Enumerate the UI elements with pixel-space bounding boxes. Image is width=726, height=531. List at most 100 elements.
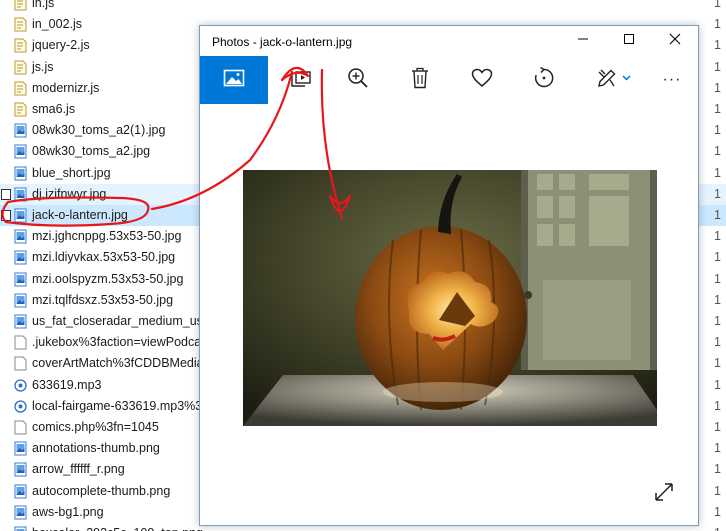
js-file-icon [14, 38, 27, 53]
file-date: 1 [714, 335, 721, 350]
maximize-button[interactable] [606, 26, 652, 56]
image-file-icon [14, 441, 27, 456]
file-date: 1 [714, 292, 721, 307]
file-date: 1 [714, 398, 721, 413]
zoom-in-icon [347, 67, 369, 94]
minimize-icon [577, 32, 589, 50]
file-date: 1 [714, 314, 721, 328]
file-name: in_002.js [32, 17, 83, 32]
image-file-icon [14, 144, 27, 159]
file-name: 633619.mp3 [32, 377, 102, 392]
file-date: 1 [714, 123, 721, 138]
image-file-icon [14, 166, 27, 181]
file-date: 1 [714, 377, 721, 392]
file-date: 1 [714, 462, 721, 477]
file-name: aws-bg1.png [32, 504, 104, 519]
zoom-in-button[interactable] [324, 56, 392, 104]
image-file-icon [14, 462, 27, 477]
more-button[interactable]: ··· [646, 56, 698, 104]
js-file-icon [14, 102, 27, 117]
doc-file-icon [14, 335, 27, 350]
file-name: in.js [32, 0, 55, 10]
minimize-button[interactable] [560, 26, 606, 56]
audio-file-icon [14, 378, 27, 393]
image-file-icon [14, 505, 27, 520]
doc-file-icon [14, 356, 27, 371]
file-date: 1 [714, 441, 721, 456]
image-file-icon [14, 187, 27, 202]
edit-create-button[interactable] [586, 56, 642, 104]
favorite-button[interactable] [448, 56, 516, 104]
file-name: jquery-2.js [32, 38, 90, 53]
file-date: 1 [714, 38, 721, 53]
more-icon: ··· [662, 71, 682, 88]
file-name: comics.php%3fn=1045 [32, 420, 159, 434]
edit-create-icon [596, 67, 632, 94]
file-date: 1 [714, 250, 721, 265]
file-name: js.js [32, 59, 54, 74]
photos-toolbar: ··· [200, 56, 698, 104]
file-name: blue_short.jpg [32, 165, 111, 180]
row-checkbox[interactable] [1, 188, 11, 200]
file-name: mzi.tqlfdsxz.53x53-50.jpg [32, 292, 174, 307]
view-photo-button[interactable] [200, 56, 268, 104]
file-date: 1 [714, 504, 721, 519]
file-name: sma6.js [32, 102, 76, 116]
close-icon [669, 32, 681, 50]
file-name: dj.izifnwyr.jpg [32, 186, 107, 201]
title-bar[interactable]: Photos - jack-o-lantern.jpg [200, 26, 698, 56]
file-date: 1 [714, 208, 721, 222]
js-file-icon [14, 17, 27, 32]
rotate-button[interactable] [510, 56, 578, 104]
audio-file-icon [14, 399, 27, 414]
window-title: Photos - jack-o-lantern.jpg [212, 35, 353, 49]
close-button[interactable] [652, 26, 698, 56]
file-name: mzi.oolspyzm.53x53-50.jpg [32, 271, 184, 286]
file-date: 1 [714, 483, 721, 498]
file-name: arrow_ffffff_r.png [32, 462, 125, 477]
image-file-icon [14, 526, 27, 531]
file-name: annotations-thumb.png [32, 441, 160, 456]
maximize-icon [623, 32, 635, 50]
file-name: boxcolor_293c5c_100_top.png [32, 526, 203, 531]
expand-icon [654, 482, 674, 507]
jack-o-lantern-photo [243, 170, 657, 426]
fullscreen-button[interactable] [648, 478, 680, 510]
file-name: modernizr.js [32, 80, 100, 95]
file-name: .jukebox%3faction=viewPodcas [32, 335, 208, 350]
file-date: 1 [714, 526, 721, 531]
js-file-icon [14, 0, 27, 11]
file-name: 08wk30_toms_a2(1).jpg [32, 123, 166, 138]
file-name: jack-o-lantern.jpg [32, 208, 128, 222]
file-date: 1 [714, 186, 721, 201]
file-name: autocomplete-thumb.png [32, 483, 171, 498]
file-date: 1 [714, 420, 721, 434]
file-date: 1 [714, 271, 721, 286]
file-row[interactable]: in.js 1 [0, 0, 726, 14]
js-file-icon [14, 60, 27, 75]
image-file-icon [14, 250, 27, 265]
image-file-icon [14, 229, 27, 244]
slideshow-icon [290, 67, 314, 94]
file-name: local-fairgame-633619.mp3%3f [32, 398, 206, 413]
file-date: 1 [714, 356, 721, 371]
delete-button[interactable] [386, 56, 454, 104]
file-date: 1 [714, 229, 721, 244]
row-checkbox[interactable] [1, 210, 11, 221]
file-date: 1 [714, 0, 721, 10]
file-date: 1 [714, 144, 721, 159]
file-date: 1 [714, 59, 721, 74]
file-name: coverArtMatch%3fCDDBMedial [32, 356, 207, 371]
photo-canvas[interactable] [200, 104, 698, 525]
delete-icon [411, 67, 429, 94]
image-file-icon [14, 484, 27, 499]
rotate-icon [533, 66, 555, 94]
image-file-icon [14, 123, 27, 138]
file-date: 1 [714, 17, 721, 32]
file-date: 1 [714, 165, 721, 180]
image-icon [223, 68, 245, 93]
image-file-icon [14, 272, 27, 287]
doc-file-icon [14, 420, 27, 435]
image-file-icon [14, 208, 27, 223]
file-date: 1 [714, 102, 721, 116]
